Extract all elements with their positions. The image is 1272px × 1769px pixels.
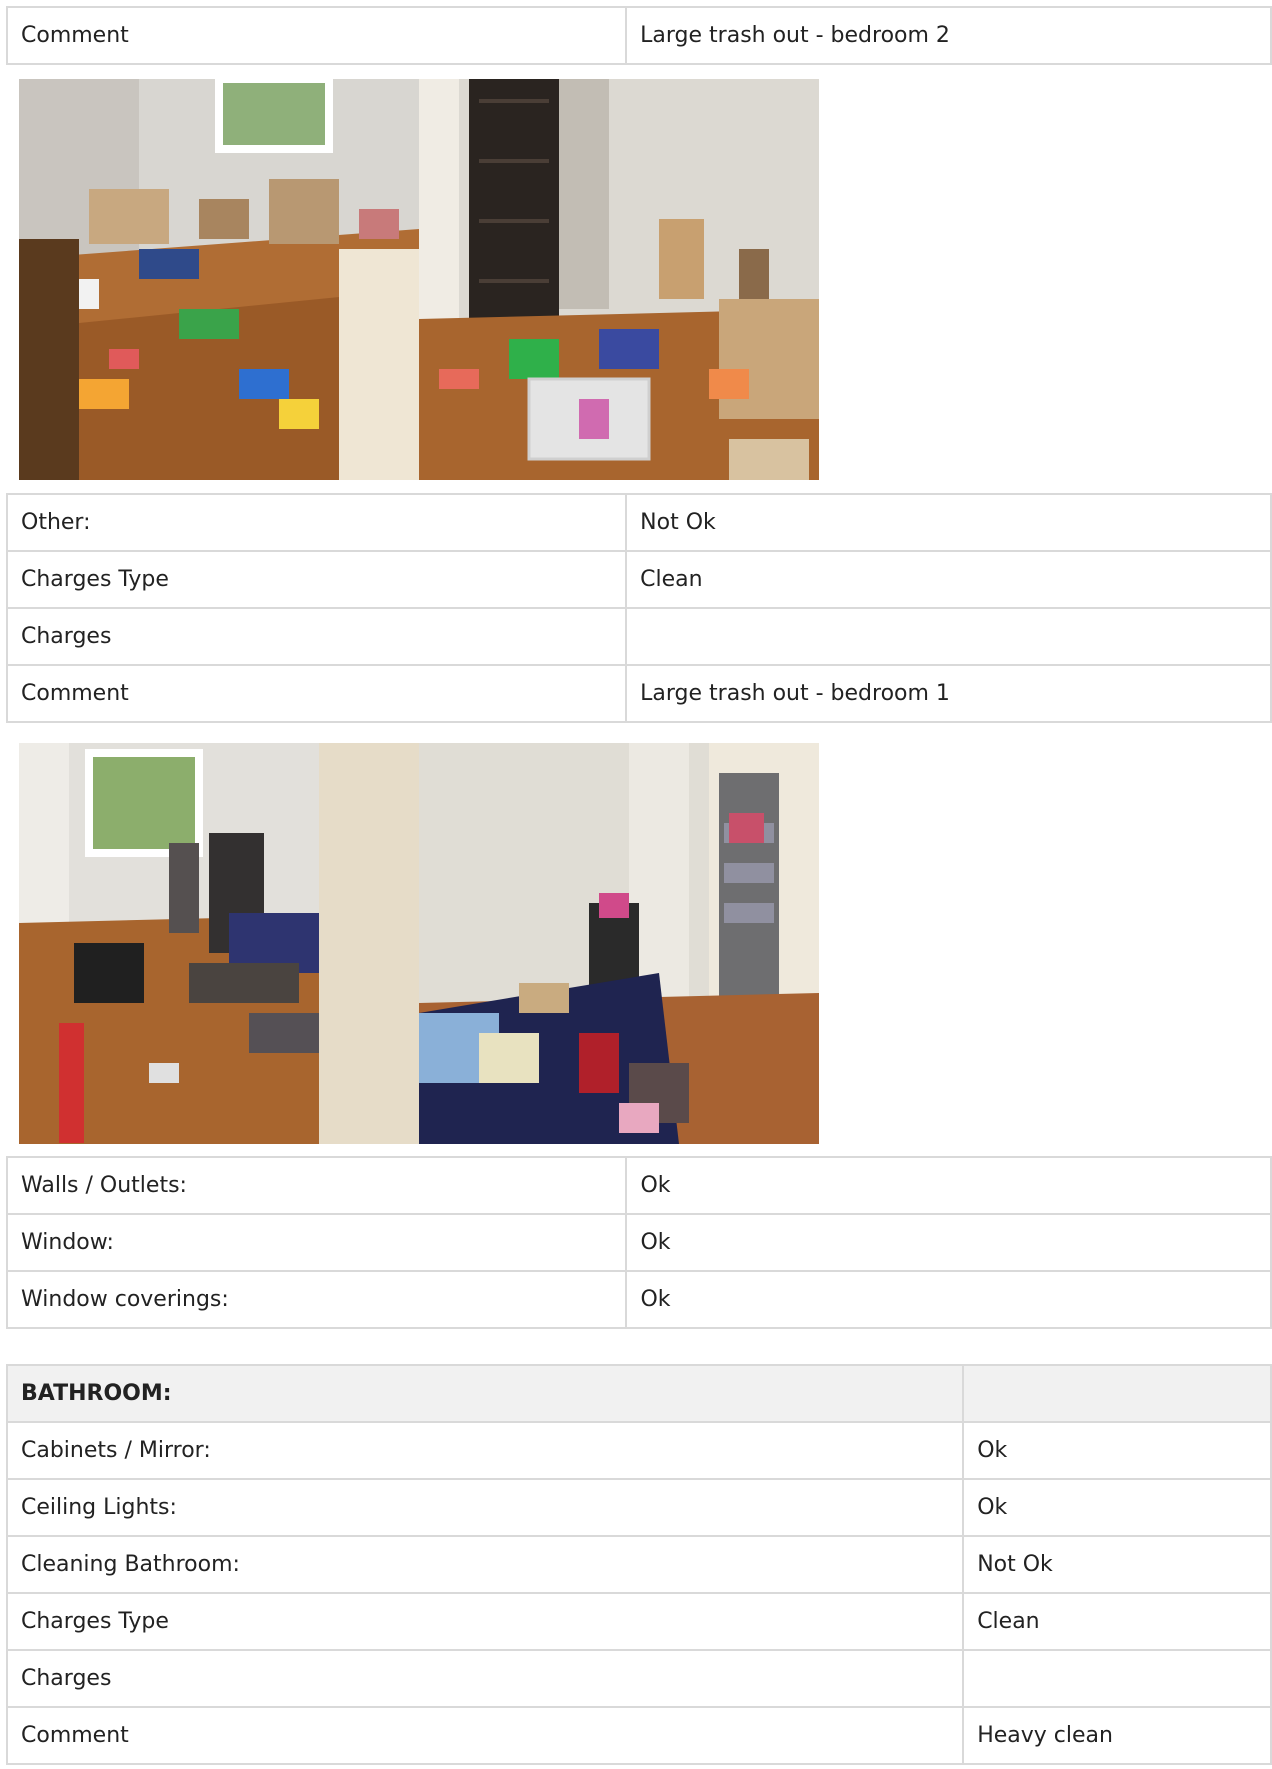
row-label: Comment [5, 1706, 965, 1765]
row-value: Not Ok [962, 1535, 1272, 1594]
row-value: Ok [962, 1421, 1272, 1480]
table-row: Cabinets / Mirror: Ok [5, 1421, 1272, 1480]
table-row: Comment Large trash out - bedroom 2 [5, 6, 1272, 65]
row-label: Other: [5, 493, 628, 552]
row-value: Not Ok [625, 493, 1272, 552]
bedroom2-photo-gallery [19, 79, 819, 480]
table-row: Ceiling Lights: Ok [5, 1478, 1272, 1537]
row-value: Heavy clean [962, 1706, 1272, 1765]
bedroom2-photo-1[interactable] [19, 79, 419, 480]
row-label: Charges [5, 607, 628, 666]
table-row: Cleaning Bathroom: Not Ok [5, 1535, 1272, 1594]
row-value: Ok [625, 1213, 1272, 1272]
bedroom1-details-table: Other: Not Ok Charges Type Clean Charges… [5, 493, 1272, 723]
row-value: Large trash out - bedroom 1 [625, 664, 1272, 723]
row-label: Walls / Outlets: [5, 1156, 628, 1215]
table-row: Charges Type Clean [5, 550, 1272, 609]
inspection-report-page: Comment Large trash out - bedroom 2 Othe… [0, 0, 1272, 1769]
bedroom1-photo-1[interactable] [19, 743, 419, 1144]
walls-window-table: Walls / Outlets: Ok Window: Ok Window co… [5, 1156, 1272, 1329]
table-row: Comment Heavy clean [5, 1706, 1272, 1765]
row-value: Ok [962, 1478, 1272, 1537]
row-label: Charges Type [5, 550, 628, 609]
row-value: Ok [625, 1156, 1272, 1215]
table-row: Window coverings: Ok [5, 1270, 1272, 1329]
bathroom-table: BATHROOM: Cabinets / Mirror: Ok Ceiling … [5, 1364, 1272, 1765]
table-row: Charges Type Clean [5, 1592, 1272, 1651]
bathroom-header-row: BATHROOM: [5, 1364, 1272, 1423]
table-row: Charges [5, 1649, 1272, 1708]
row-label: Charges Type [5, 1592, 965, 1651]
row-value: Clean [625, 550, 1272, 609]
row-label: Comment [5, 664, 628, 723]
bedroom1-photo-gallery [19, 743, 819, 1144]
table-row: Charges [5, 607, 1272, 666]
table-row: Comment Large trash out - bedroom 1 [5, 664, 1272, 723]
row-label: Ceiling Lights: [5, 1478, 965, 1537]
row-value: Ok [625, 1270, 1272, 1329]
table-row: Walls / Outlets: Ok [5, 1156, 1272, 1215]
bedroom2-comment-table: Comment Large trash out - bedroom 2 [5, 6, 1272, 65]
table-row: Window: Ok [5, 1213, 1272, 1272]
bedroom1-photo-2[interactable] [419, 743, 819, 1144]
table-row: Other: Not Ok [5, 493, 1272, 552]
row-label: Comment [5, 6, 628, 65]
row-value: Large trash out - bedroom 2 [625, 6, 1272, 65]
row-label: Cleaning Bathroom: [5, 1535, 965, 1594]
row-label: Window: [5, 1213, 628, 1272]
section-heading: BATHROOM: [5, 1364, 965, 1423]
row-label: Charges [5, 1649, 965, 1708]
section-heading-value [962, 1364, 1272, 1423]
row-value [625, 607, 1272, 666]
row-value [962, 1649, 1272, 1708]
bedroom2-photo-2[interactable] [419, 79, 819, 480]
row-value: Clean [962, 1592, 1272, 1651]
row-label: Window coverings: [5, 1270, 628, 1329]
row-label: Cabinets / Mirror: [5, 1421, 965, 1480]
